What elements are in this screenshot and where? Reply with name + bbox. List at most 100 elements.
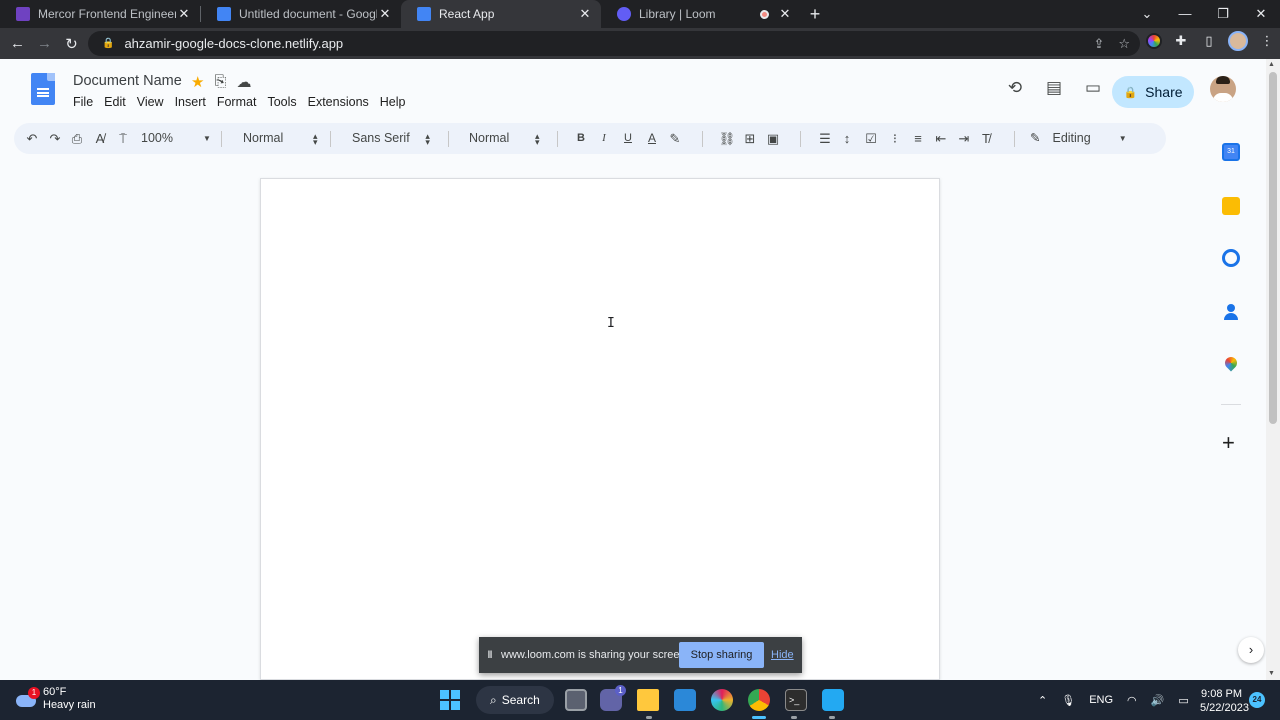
highlight-pen-icon[interactable]: ✎ (666, 123, 684, 154)
font-select[interactable]: Sans Serif ▴ ▾ (352, 123, 432, 154)
tab-mercor[interactable]: Mercor Frontend Engineer Vetting ✕ (0, 0, 200, 28)
version-history-icon[interactable]: ⟲ (1004, 77, 1026, 99)
numbered-list-icon[interactable]: ≡ (909, 123, 927, 154)
slack-icon[interactable] (711, 689, 733, 711)
back-icon[interactable]: ← (4, 35, 31, 52)
bulleted-list-icon[interactable]: ⁝ (886, 123, 904, 154)
reload-icon[interactable]: ↻ (58, 35, 85, 53)
share-page-icon[interactable]: ⇪ (1093, 36, 1104, 52)
drag-handle-icon[interactable]: ‖ (479, 650, 501, 661)
docs-logo-icon[interactable] (31, 73, 55, 105)
document-name[interactable]: Document Name (73, 73, 182, 89)
microsoft-store-icon[interactable] (674, 689, 696, 711)
hide-link[interactable]: Hide (771, 637, 794, 673)
checklist-icon[interactable]: ☑ (862, 123, 880, 154)
close-tab-icon[interactable]: ✕ (377, 6, 393, 22)
close-tab-icon[interactable]: ✕ (577, 6, 593, 22)
tab-react-app[interactable]: React App ✕ (401, 0, 601, 28)
terminal-icon[interactable]: >_ (785, 689, 807, 711)
text-color-button[interactable]: A (643, 123, 661, 154)
menu-extensions[interactable]: Extensions (308, 95, 369, 109)
bookmark-star-icon[interactable]: ☆ (1118, 36, 1130, 52)
clear-formatting-icon[interactable]: T̸ (977, 123, 995, 154)
profile-avatar-icon[interactable] (1228, 31, 1248, 51)
menu-file[interactable]: File (73, 95, 93, 109)
microphone-icon[interactable]: 🎙 (1061, 694, 1075, 707)
insert-link-icon[interactable]: ⛓ (718, 123, 736, 154)
cloud-status-icon[interactable]: ☁ (236, 73, 251, 91)
side-panel-icon[interactable]: ▯ (1200, 32, 1218, 50)
file-explorer-icon[interactable] (637, 689, 659, 711)
meet-video-icon[interactable]: ▭ (1082, 77, 1104, 99)
bold-button[interactable]: B (572, 123, 590, 154)
menu-view[interactable]: View (137, 95, 164, 109)
avatar[interactable] (1210, 76, 1236, 102)
star-icon[interactable]: ★ (191, 73, 204, 91)
close-tab-icon[interactable]: ✕ (777, 6, 793, 22)
font-size-select[interactable]: Normal ▴ ▾ (469, 123, 541, 154)
menu-format[interactable]: Format (217, 95, 257, 109)
close-tab-icon[interactable]: ✕ (176, 6, 192, 22)
task-view-icon[interactable] (565, 689, 587, 711)
show-hidden-icons-icon[interactable]: ⌃ (1038, 694, 1047, 707)
menu-edit[interactable]: Edit (104, 95, 126, 109)
move-folder-icon[interactable]: ⎘ (214, 73, 226, 91)
color-extension-icon[interactable] (1146, 33, 1162, 49)
system-clock[interactable]: 9:08 PM 5/22/2023 (1200, 687, 1249, 715)
scroll-up-icon[interactable]: ▲ (1268, 61, 1275, 68)
menu-tools[interactable]: Tools (267, 95, 296, 109)
increase-indent-icon[interactable]: ⇥ (955, 123, 973, 154)
scroll-down-icon[interactable]: ▼ (1268, 670, 1275, 677)
scrollbar-thumb[interactable] (1269, 72, 1277, 424)
insert-image-icon[interactable]: ▣ (764, 123, 782, 154)
volume-icon[interactable]: 🔊 (1151, 694, 1165, 707)
minimize-icon[interactable]: — (1166, 0, 1204, 28)
keep-icon[interactable] (1222, 197, 1240, 215)
maximize-icon[interactable]: ❐ (1204, 0, 1242, 28)
vscode-icon[interactable] (822, 689, 844, 711)
redo-icon[interactable]: ↷ (46, 123, 64, 154)
undo-icon[interactable]: ↶ (23, 123, 41, 154)
wifi-icon[interactable]: ◠ (1127, 694, 1137, 707)
editing-mode-select[interactable]: ✎ Editing ▼ (1030, 123, 1127, 154)
lock-icon[interactable]: 🔒 (102, 38, 114, 49)
chrome-icon[interactable] (748, 689, 770, 711)
language-indicator[interactable]: ENG (1089, 694, 1113, 706)
close-window-icon[interactable]: ✕ (1242, 0, 1280, 28)
comments-icon[interactable]: ▤ (1043, 77, 1065, 99)
zoom-select[interactable]: 100% ▼ (141, 123, 211, 154)
forward-icon[interactable]: → (31, 35, 58, 52)
taskbar-search-button[interactable]: ⌕ Search (476, 686, 554, 714)
maps-icon[interactable] (1222, 356, 1240, 374)
new-tab-button[interactable]: + (801, 0, 829, 28)
stop-sharing-button[interactable]: Stop sharing (679, 642, 764, 668)
show-side-panel-icon[interactable]: › (1238, 637, 1264, 663)
underline-button[interactable]: U (619, 123, 637, 154)
paragraph-style-select[interactable]: Normal ▴ ▾ (243, 123, 319, 154)
battery-icon[interactable]: ▭ (1178, 694, 1188, 707)
contacts-icon[interactable] (1222, 303, 1240, 321)
extensions-puzzle-icon[interactable]: ✚ (1172, 32, 1190, 50)
menu-help[interactable]: Help (380, 95, 406, 109)
notification-count-badge[interactable]: 24 (1249, 692, 1265, 708)
paint-format-icon[interactable]: ⍑ (114, 123, 132, 154)
get-add-ons-icon[interactable]: + (1222, 432, 1235, 454)
tasks-icon[interactable] (1222, 249, 1240, 267)
menu-insert[interactable]: Insert (175, 95, 206, 109)
start-windows-icon[interactable] (440, 690, 460, 710)
tab-search-icon[interactable]: ⌄ (1128, 0, 1166, 28)
add-comment-icon[interactable]: ⊞ (741, 123, 759, 154)
address-bar[interactable]: 🔒 ahzamir-google-docs-clone.netlify.app … (88, 31, 1140, 56)
align-left-icon[interactable]: ☰ (816, 123, 834, 154)
weather-widget[interactable]: 1 60°F Heavy rain (14, 686, 96, 712)
teams-chat-icon[interactable]: 1 (600, 685, 626, 711)
spellcheck-icon[interactable]: A̸ (91, 123, 109, 154)
document-page[interactable] (260, 178, 940, 680)
tab-google-docs[interactable]: Untitled document - Google Docs ✕ (201, 0, 401, 28)
calendar-icon[interactable]: 31 (1222, 143, 1240, 161)
decrease-indent-icon[interactable]: ⇤ (932, 123, 950, 154)
tab-loom[interactable]: Library | Loom ✕ (601, 0, 801, 28)
print-icon[interactable]: ⎙ (68, 123, 86, 154)
chrome-menu-icon[interactable]: ⋮ (1258, 32, 1276, 50)
line-spacing-icon[interactable]: ↕ (838, 123, 856, 154)
